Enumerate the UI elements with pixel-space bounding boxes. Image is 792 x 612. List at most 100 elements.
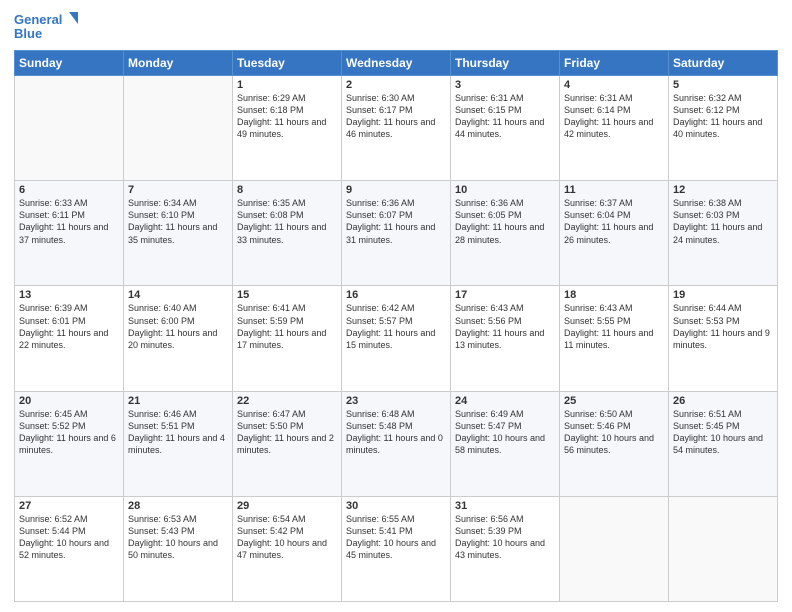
day-cell: 26Sunrise: 6:51 AM Sunset: 5:45 PM Dayli… [669,391,778,496]
day-info: Sunrise: 6:51 AM Sunset: 5:45 PM Dayligh… [673,408,773,457]
day-info: Sunrise: 6:44 AM Sunset: 5:53 PM Dayligh… [673,302,773,351]
day-cell: 22Sunrise: 6:47 AM Sunset: 5:50 PM Dayli… [233,391,342,496]
week-row-4: 20Sunrise: 6:45 AM Sunset: 5:52 PM Dayli… [15,391,778,496]
day-number: 15 [237,289,337,301]
header: General Blue [14,10,778,44]
day-cell: 31Sunrise: 6:56 AM Sunset: 5:39 PM Dayli… [451,496,560,601]
day-number: 12 [673,184,773,196]
calendar: SundayMondayTuesdayWednesdayThursdayFrid… [14,50,778,602]
day-number: 23 [346,395,446,407]
day-number: 4 [564,79,664,91]
day-cell: 9Sunrise: 6:36 AM Sunset: 6:07 PM Daylig… [342,181,451,286]
day-cell: 14Sunrise: 6:40 AM Sunset: 6:00 PM Dayli… [124,286,233,391]
logo: General Blue [14,10,84,44]
day-cell: 24Sunrise: 6:49 AM Sunset: 5:47 PM Dayli… [451,391,560,496]
day-number: 2 [346,79,446,91]
day-cell: 19Sunrise: 6:44 AM Sunset: 5:53 PM Dayli… [669,286,778,391]
day-cell: 1Sunrise: 6:29 AM Sunset: 6:18 PM Daylig… [233,76,342,181]
col-header-wednesday: Wednesday [342,51,451,76]
day-number: 1 [237,79,337,91]
day-cell: 23Sunrise: 6:48 AM Sunset: 5:48 PM Dayli… [342,391,451,496]
day-number: 7 [128,184,228,196]
day-number: 31 [455,500,555,512]
day-cell: 8Sunrise: 6:35 AM Sunset: 6:08 PM Daylig… [233,181,342,286]
day-cell: 3Sunrise: 6:31 AM Sunset: 6:15 PM Daylig… [451,76,560,181]
day-cell: 28Sunrise: 6:53 AM Sunset: 5:43 PM Dayli… [124,496,233,601]
day-cell: 27Sunrise: 6:52 AM Sunset: 5:44 PM Dayli… [15,496,124,601]
day-cell: 25Sunrise: 6:50 AM Sunset: 5:46 PM Dayli… [560,391,669,496]
week-row-5: 27Sunrise: 6:52 AM Sunset: 5:44 PM Dayli… [15,496,778,601]
day-number: 13 [19,289,119,301]
day-info: Sunrise: 6:53 AM Sunset: 5:43 PM Dayligh… [128,513,228,562]
day-number: 18 [564,289,664,301]
day-number: 21 [128,395,228,407]
day-info: Sunrise: 6:56 AM Sunset: 5:39 PM Dayligh… [455,513,555,562]
day-info: Sunrise: 6:29 AM Sunset: 6:18 PM Dayligh… [237,92,337,141]
day-number: 5 [673,79,773,91]
day-number: 27 [19,500,119,512]
day-number: 30 [346,500,446,512]
day-info: Sunrise: 6:40 AM Sunset: 6:00 PM Dayligh… [128,302,228,351]
day-info: Sunrise: 6:49 AM Sunset: 5:47 PM Dayligh… [455,408,555,457]
week-row-2: 6Sunrise: 6:33 AM Sunset: 6:11 PM Daylig… [15,181,778,286]
day-number: 9 [346,184,446,196]
day-number: 10 [455,184,555,196]
day-cell: 10Sunrise: 6:36 AM Sunset: 6:05 PM Dayli… [451,181,560,286]
day-number: 26 [673,395,773,407]
day-info: Sunrise: 6:45 AM Sunset: 5:52 PM Dayligh… [19,408,119,457]
day-number: 29 [237,500,337,512]
day-info: Sunrise: 6:41 AM Sunset: 5:59 PM Dayligh… [237,302,337,351]
svg-text:General: General [14,12,62,27]
day-number: 28 [128,500,228,512]
col-header-monday: Monday [124,51,233,76]
day-cell [669,496,778,601]
day-cell [15,76,124,181]
day-cell: 17Sunrise: 6:43 AM Sunset: 5:56 PM Dayli… [451,286,560,391]
day-info: Sunrise: 6:33 AM Sunset: 6:11 PM Dayligh… [19,197,119,246]
day-info: Sunrise: 6:52 AM Sunset: 5:44 PM Dayligh… [19,513,119,562]
day-cell: 7Sunrise: 6:34 AM Sunset: 6:10 PM Daylig… [124,181,233,286]
day-cell: 21Sunrise: 6:46 AM Sunset: 5:51 PM Dayli… [124,391,233,496]
day-info: Sunrise: 6:34 AM Sunset: 6:10 PM Dayligh… [128,197,228,246]
day-number: 8 [237,184,337,196]
day-number: 14 [128,289,228,301]
day-info: Sunrise: 6:55 AM Sunset: 5:41 PM Dayligh… [346,513,446,562]
day-info: Sunrise: 6:36 AM Sunset: 6:07 PM Dayligh… [346,197,446,246]
day-info: Sunrise: 6:39 AM Sunset: 6:01 PM Dayligh… [19,302,119,351]
col-header-friday: Friday [560,51,669,76]
day-cell: 12Sunrise: 6:38 AM Sunset: 6:03 PM Dayli… [669,181,778,286]
day-number: 16 [346,289,446,301]
generalblue-logo: General Blue [14,10,84,44]
day-cell: 20Sunrise: 6:45 AM Sunset: 5:52 PM Dayli… [15,391,124,496]
day-cell: 18Sunrise: 6:43 AM Sunset: 5:55 PM Dayli… [560,286,669,391]
day-cell [124,76,233,181]
day-info: Sunrise: 6:46 AM Sunset: 5:51 PM Dayligh… [128,408,228,457]
header-row: SundayMondayTuesdayWednesdayThursdayFrid… [15,51,778,76]
day-info: Sunrise: 6:50 AM Sunset: 5:46 PM Dayligh… [564,408,664,457]
day-number: 24 [455,395,555,407]
day-cell [560,496,669,601]
day-info: Sunrise: 6:54 AM Sunset: 5:42 PM Dayligh… [237,513,337,562]
day-number: 19 [673,289,773,301]
day-cell: 16Sunrise: 6:42 AM Sunset: 5:57 PM Dayli… [342,286,451,391]
day-info: Sunrise: 6:43 AM Sunset: 5:56 PM Dayligh… [455,302,555,351]
day-info: Sunrise: 6:37 AM Sunset: 6:04 PM Dayligh… [564,197,664,246]
svg-text:Blue: Blue [14,26,42,41]
day-number: 6 [19,184,119,196]
page: General Blue SundayMondayTuesdayWednesda… [0,0,792,612]
col-header-thursday: Thursday [451,51,560,76]
day-cell: 13Sunrise: 6:39 AM Sunset: 6:01 PM Dayli… [15,286,124,391]
day-number: 17 [455,289,555,301]
day-number: 3 [455,79,555,91]
day-cell: 15Sunrise: 6:41 AM Sunset: 5:59 PM Dayli… [233,286,342,391]
day-info: Sunrise: 6:31 AM Sunset: 6:15 PM Dayligh… [455,92,555,141]
day-info: Sunrise: 6:30 AM Sunset: 6:17 PM Dayligh… [346,92,446,141]
week-row-1: 1Sunrise: 6:29 AM Sunset: 6:18 PM Daylig… [15,76,778,181]
col-header-sunday: Sunday [15,51,124,76]
day-cell: 29Sunrise: 6:54 AM Sunset: 5:42 PM Dayli… [233,496,342,601]
week-row-3: 13Sunrise: 6:39 AM Sunset: 6:01 PM Dayli… [15,286,778,391]
day-info: Sunrise: 6:43 AM Sunset: 5:55 PM Dayligh… [564,302,664,351]
day-cell: 30Sunrise: 6:55 AM Sunset: 5:41 PM Dayli… [342,496,451,601]
day-info: Sunrise: 6:42 AM Sunset: 5:57 PM Dayligh… [346,302,446,351]
day-number: 22 [237,395,337,407]
